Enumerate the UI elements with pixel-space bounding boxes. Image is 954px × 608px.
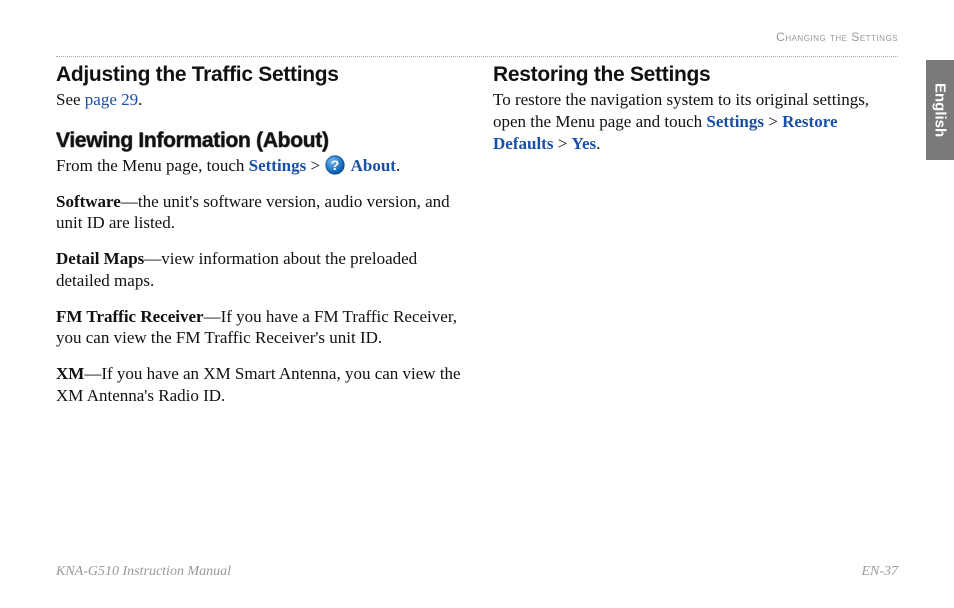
restore-separator-1: > [764,112,782,131]
heading-viewing-about: Viewing Information (About) [56,129,461,153]
fm-traffic-label: FM Traffic Receiver [56,307,204,326]
svg-text:?: ? [331,157,340,173]
see-prefix: See [56,90,85,109]
software-para: Software—the unit's software version, au… [56,191,461,235]
restore-period: . [596,134,600,153]
restore-yes-link[interactable]: Yes [572,134,597,153]
about-period: . [396,156,400,175]
about-link[interactable]: About [351,156,396,175]
page-footer: KNA-G510 Instruction Manual EN-37 [56,564,898,580]
xm-text: —If you have an XM Smart Antenna, you ca… [56,364,461,405]
restore-separator-2: > [553,134,571,153]
footer-page-number: EN-37 [861,564,898,580]
page-29-link[interactable]: page 29 [85,90,138,109]
xm-para: XM—If you have an XM Smart Antenna, you … [56,363,461,407]
running-header: Changing the Settings [56,30,898,44]
restore-para: To restore the navigation system to its … [493,89,898,154]
restore-settings-link[interactable]: Settings [706,112,764,131]
xm-label: XM [56,364,84,383]
right-column: Restoring the Settings To restore the na… [493,63,898,421]
about-prefix: From the Menu page, touch [56,156,249,175]
language-tab[interactable]: English [926,60,954,160]
heading-restoring: Restoring the Settings [493,63,898,87]
header-rule [56,56,898,57]
about-breadcrumb-line: From the Menu page, touch Settings > ? A… [56,155,461,177]
content-columns: Adjusting the Traffic Settings See page … [56,63,898,421]
detail-maps-label: Detail Maps [56,249,144,268]
fm-traffic-para: FM Traffic Receiver—If you have a FM Tra… [56,306,461,350]
heading-traffic-settings: Adjusting the Traffic Settings [56,63,461,87]
see-page-line: See page 29. [56,89,461,111]
question-mark-icon: ? [325,155,345,175]
left-column: Adjusting the Traffic Settings See page … [56,63,461,421]
footer-manual-title: KNA-G510 Instruction Manual [56,564,231,580]
software-label: Software [56,192,121,211]
settings-link[interactable]: Settings [249,156,307,175]
breadcrumb-separator: > [306,156,324,175]
detail-maps-para: Detail Maps—view information about the p… [56,248,461,292]
see-period: . [138,90,142,109]
